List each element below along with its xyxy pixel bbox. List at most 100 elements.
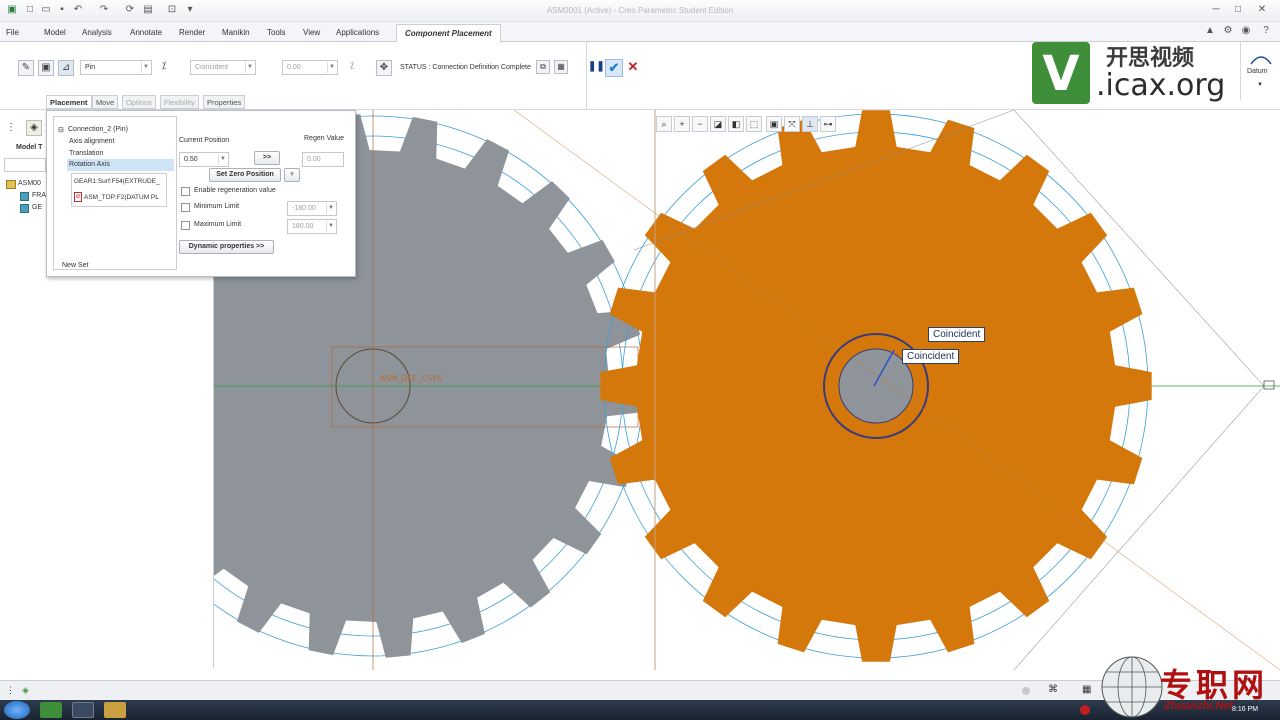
dynamic-properties-button[interactable]: Dynamic properties >> xyxy=(179,240,274,254)
tree-item-frame[interactable]: FRA xyxy=(32,192,46,199)
regen-value-label: Regen Value xyxy=(304,135,344,142)
connection-name[interactable]: Connection_2 (Pin) xyxy=(68,126,128,133)
regen-value-input[interactable]: 0.00 xyxy=(302,152,344,167)
apply-position-button[interactable]: >> xyxy=(254,151,280,165)
offset-flip-icon[interactable]: ⁒ xyxy=(344,60,360,76)
repaint-icon[interactable]: ◪ xyxy=(710,116,726,132)
help-icon[interactable]: ? xyxy=(1260,25,1272,37)
minimize-icon[interactable]: ─ xyxy=(1210,4,1222,16)
settings-icon[interactable]: ⚙ xyxy=(1222,25,1234,37)
ok-checkmark-icon[interactable]: ✔ xyxy=(605,59,623,77)
tree-filter-input[interactable] xyxy=(4,158,46,172)
coincident-callout-2[interactable]: Coincident xyxy=(902,349,960,364)
translation-item[interactable]: Translation xyxy=(69,150,103,157)
rotation-axis-item[interactable]: Rotation Axis xyxy=(69,161,110,168)
smart-filter-icon[interactable]: ▦ xyxy=(1082,684,1091,695)
datum-group[interactable]: Datum ▼ xyxy=(1240,42,1280,100)
maximize-icon[interactable]: □ xyxy=(1232,4,1244,16)
tab-view[interactable]: View xyxy=(303,28,320,37)
user-defined-icon[interactable]: ✎ xyxy=(18,60,34,76)
chevron-down-icon: ▼ xyxy=(1257,82,1263,88)
tab-component-placement[interactable]: Component Placement xyxy=(396,24,501,43)
windows-taskbar: 8:16 PM xyxy=(0,700,1280,720)
zoom-out-icon[interactable]: − xyxy=(692,116,708,132)
model-tree-icon[interactable]: ⋮ xyxy=(6,122,16,133)
current-position-input[interactable]: 0.50 ▼ xyxy=(179,152,229,167)
enable-regen-checkbox[interactable] xyxy=(181,187,190,196)
layer-tree-icon[interactable]: ◈ xyxy=(26,120,42,136)
tab-manikin[interactable]: Manikin xyxy=(222,28,250,37)
placement-subtabs: Placement Move Options Flexibility Prope… xyxy=(46,95,256,109)
rigid-icon[interactable]: ▣ xyxy=(38,60,54,76)
assembly-window-icon[interactable]: ▦ xyxy=(554,60,568,74)
tab-applications[interactable]: Applications xyxy=(336,28,379,37)
tree-item-gear[interactable]: GE xyxy=(32,204,42,211)
graphics-canvas[interactable]: ASM_DEF_CSYS xyxy=(214,110,1280,670)
subtab-placement[interactable]: Placement xyxy=(46,95,92,109)
tree-item-asm[interactable]: ASM00 xyxy=(18,180,41,187)
help-nav-icon[interactable]: ▲ xyxy=(1204,25,1216,37)
minimum-limit-input[interactable]: -180.00 ▼ xyxy=(287,201,337,216)
creo-taskbar-icon[interactable] xyxy=(40,702,62,718)
coincident-callout-1[interactable]: Coincident xyxy=(928,327,986,342)
tab-file[interactable]: File xyxy=(6,28,19,37)
chevron-down-icon: ▼ xyxy=(327,62,336,73)
toggle-navigator-icon[interactable]: ⋮ xyxy=(6,685,15,696)
logo-url-text: .icax.org xyxy=(1096,68,1226,103)
set-zero-position-button[interactable]: Set Zero Position xyxy=(209,168,281,182)
cancel-x-icon[interactable]: ✕ xyxy=(625,60,641,76)
window-title: ASM0001 (Active) - Creo Parametric Stude… xyxy=(546,6,734,15)
connection-type-select[interactable]: Pin ▼ xyxy=(80,60,152,75)
start-button-icon[interactable] xyxy=(4,701,30,719)
connection-expand-icon[interactable]: ⊟ xyxy=(58,126,64,134)
orange-gear[interactable] xyxy=(513,110,1280,670)
constraint-select[interactable]: Coincident ▼ xyxy=(190,60,256,75)
saved-orientations-icon[interactable]: ⬚ xyxy=(746,116,762,132)
close-icon[interactable]: ✕ xyxy=(1256,4,1268,16)
tray-icon[interactable] xyxy=(1080,705,1090,715)
maximum-limit-checkbox[interactable] xyxy=(181,221,190,230)
separate-window-icon[interactable]: ⧉ xyxy=(536,60,550,74)
flip-icon[interactable]: ⁒ xyxy=(156,60,172,76)
chevron-down-icon: ▼ xyxy=(326,221,335,232)
subtab-properties[interactable]: Properties xyxy=(203,95,246,109)
status-bar: ⋮ ◈ ⌘ ▦ xyxy=(0,680,1280,700)
tab-annotate[interactable]: Annotate xyxy=(130,28,162,37)
maximum-limit-input[interactable]: 180.00 ▼ xyxy=(287,219,337,234)
logo-letter: V xyxy=(1042,46,1079,102)
subtab-flexibility[interactable]: Flexibility xyxy=(160,95,199,109)
zoom-in-icon[interactable]: + xyxy=(674,116,690,132)
pause-icon[interactable]: ❚❚ xyxy=(588,60,605,76)
datum-display-icon[interactable]: ⊥ xyxy=(802,116,818,132)
new-set-item[interactable]: New Set xyxy=(62,262,88,269)
explorer-taskbar-icon[interactable] xyxy=(104,702,126,718)
pin-connection-icon[interactable]: ⊿ xyxy=(58,60,74,76)
search-icon[interactable]: ◉ xyxy=(1240,25,1252,37)
move-component-icon[interactable]: ✥ xyxy=(376,60,392,76)
tab-model[interactable]: Model xyxy=(44,28,66,37)
window-taskbar-icon[interactable] xyxy=(72,702,94,718)
status-dot xyxy=(1022,687,1030,695)
display-style-icon[interactable]: ◧ xyxy=(728,116,744,132)
reference-1[interactable]: GEAR1:Surf:F54(EXTRUDE_ xyxy=(74,178,166,185)
maximum-limit-value: 180.00 xyxy=(292,223,314,230)
offset-input[interactable]: 0.00 ▼ xyxy=(282,60,338,75)
view-manager-icon[interactable]: ▣ xyxy=(766,116,782,132)
perspective-icon[interactable]: ⤧ xyxy=(784,116,800,132)
selection-filter-icon[interactable]: ⌘ xyxy=(1048,684,1058,695)
subtab-move[interactable]: Move xyxy=(92,95,119,109)
reference-2[interactable]: ASM_TOP:F2(DATUM PL xyxy=(84,194,166,201)
minimum-limit-checkbox[interactable] xyxy=(181,203,190,212)
tab-render[interactable]: Render xyxy=(179,28,205,37)
ribbon-tabs: File Model Analysis Annotate Render Mani… xyxy=(0,22,1280,43)
set-zero-dropdown[interactable]: ▾ xyxy=(284,168,300,182)
tab-analysis[interactable]: Analysis xyxy=(82,28,112,37)
datum-label: Datum xyxy=(1247,68,1268,75)
annotation-display-icon[interactable]: ⊶ xyxy=(820,116,836,132)
axis-alignment-item[interactable]: Axis alignment xyxy=(69,138,115,145)
reference-collector[interactable]: GEAR1:Surf:F54(EXTRUDE_ ⊘ ASM_TOP:F2(DAT… xyxy=(71,173,167,207)
tab-tools[interactable]: Tools xyxy=(267,28,286,37)
subtab-options[interactable]: Options xyxy=(122,95,156,109)
browser-icon[interactable]: ◈ xyxy=(22,685,29,696)
refit-icon[interactable]: ⌕ xyxy=(656,116,672,132)
